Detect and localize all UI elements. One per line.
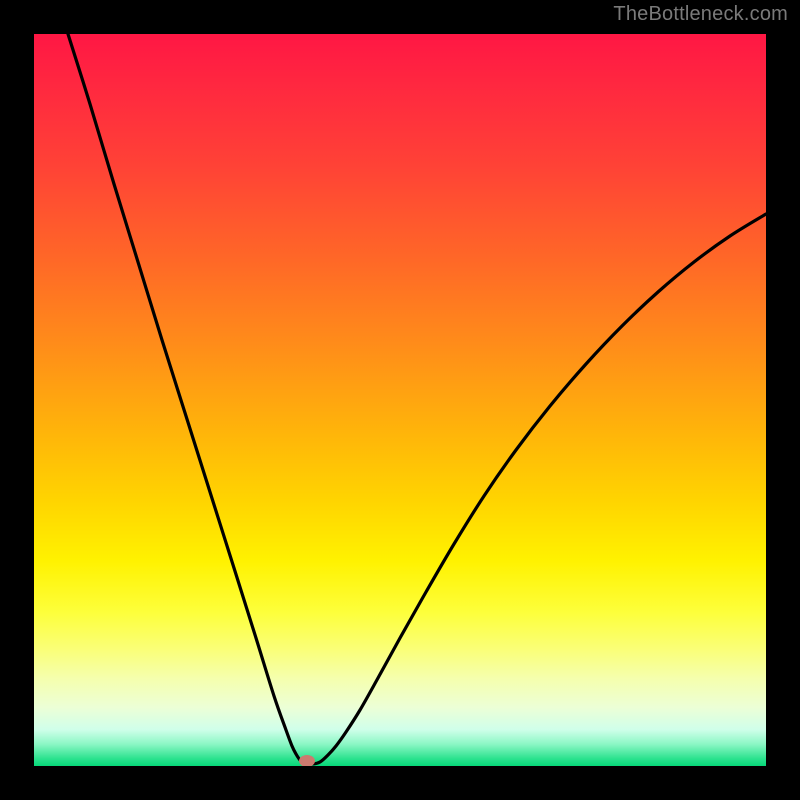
watermark-text: TheBottleneck.com	[613, 3, 788, 26]
optimal-point-marker	[299, 755, 315, 766]
plot-area	[34, 34, 766, 766]
curve-svg	[34, 34, 766, 766]
bottleneck-curve	[68, 34, 766, 764]
chart-frame: TheBottleneck.com	[0, 0, 800, 800]
